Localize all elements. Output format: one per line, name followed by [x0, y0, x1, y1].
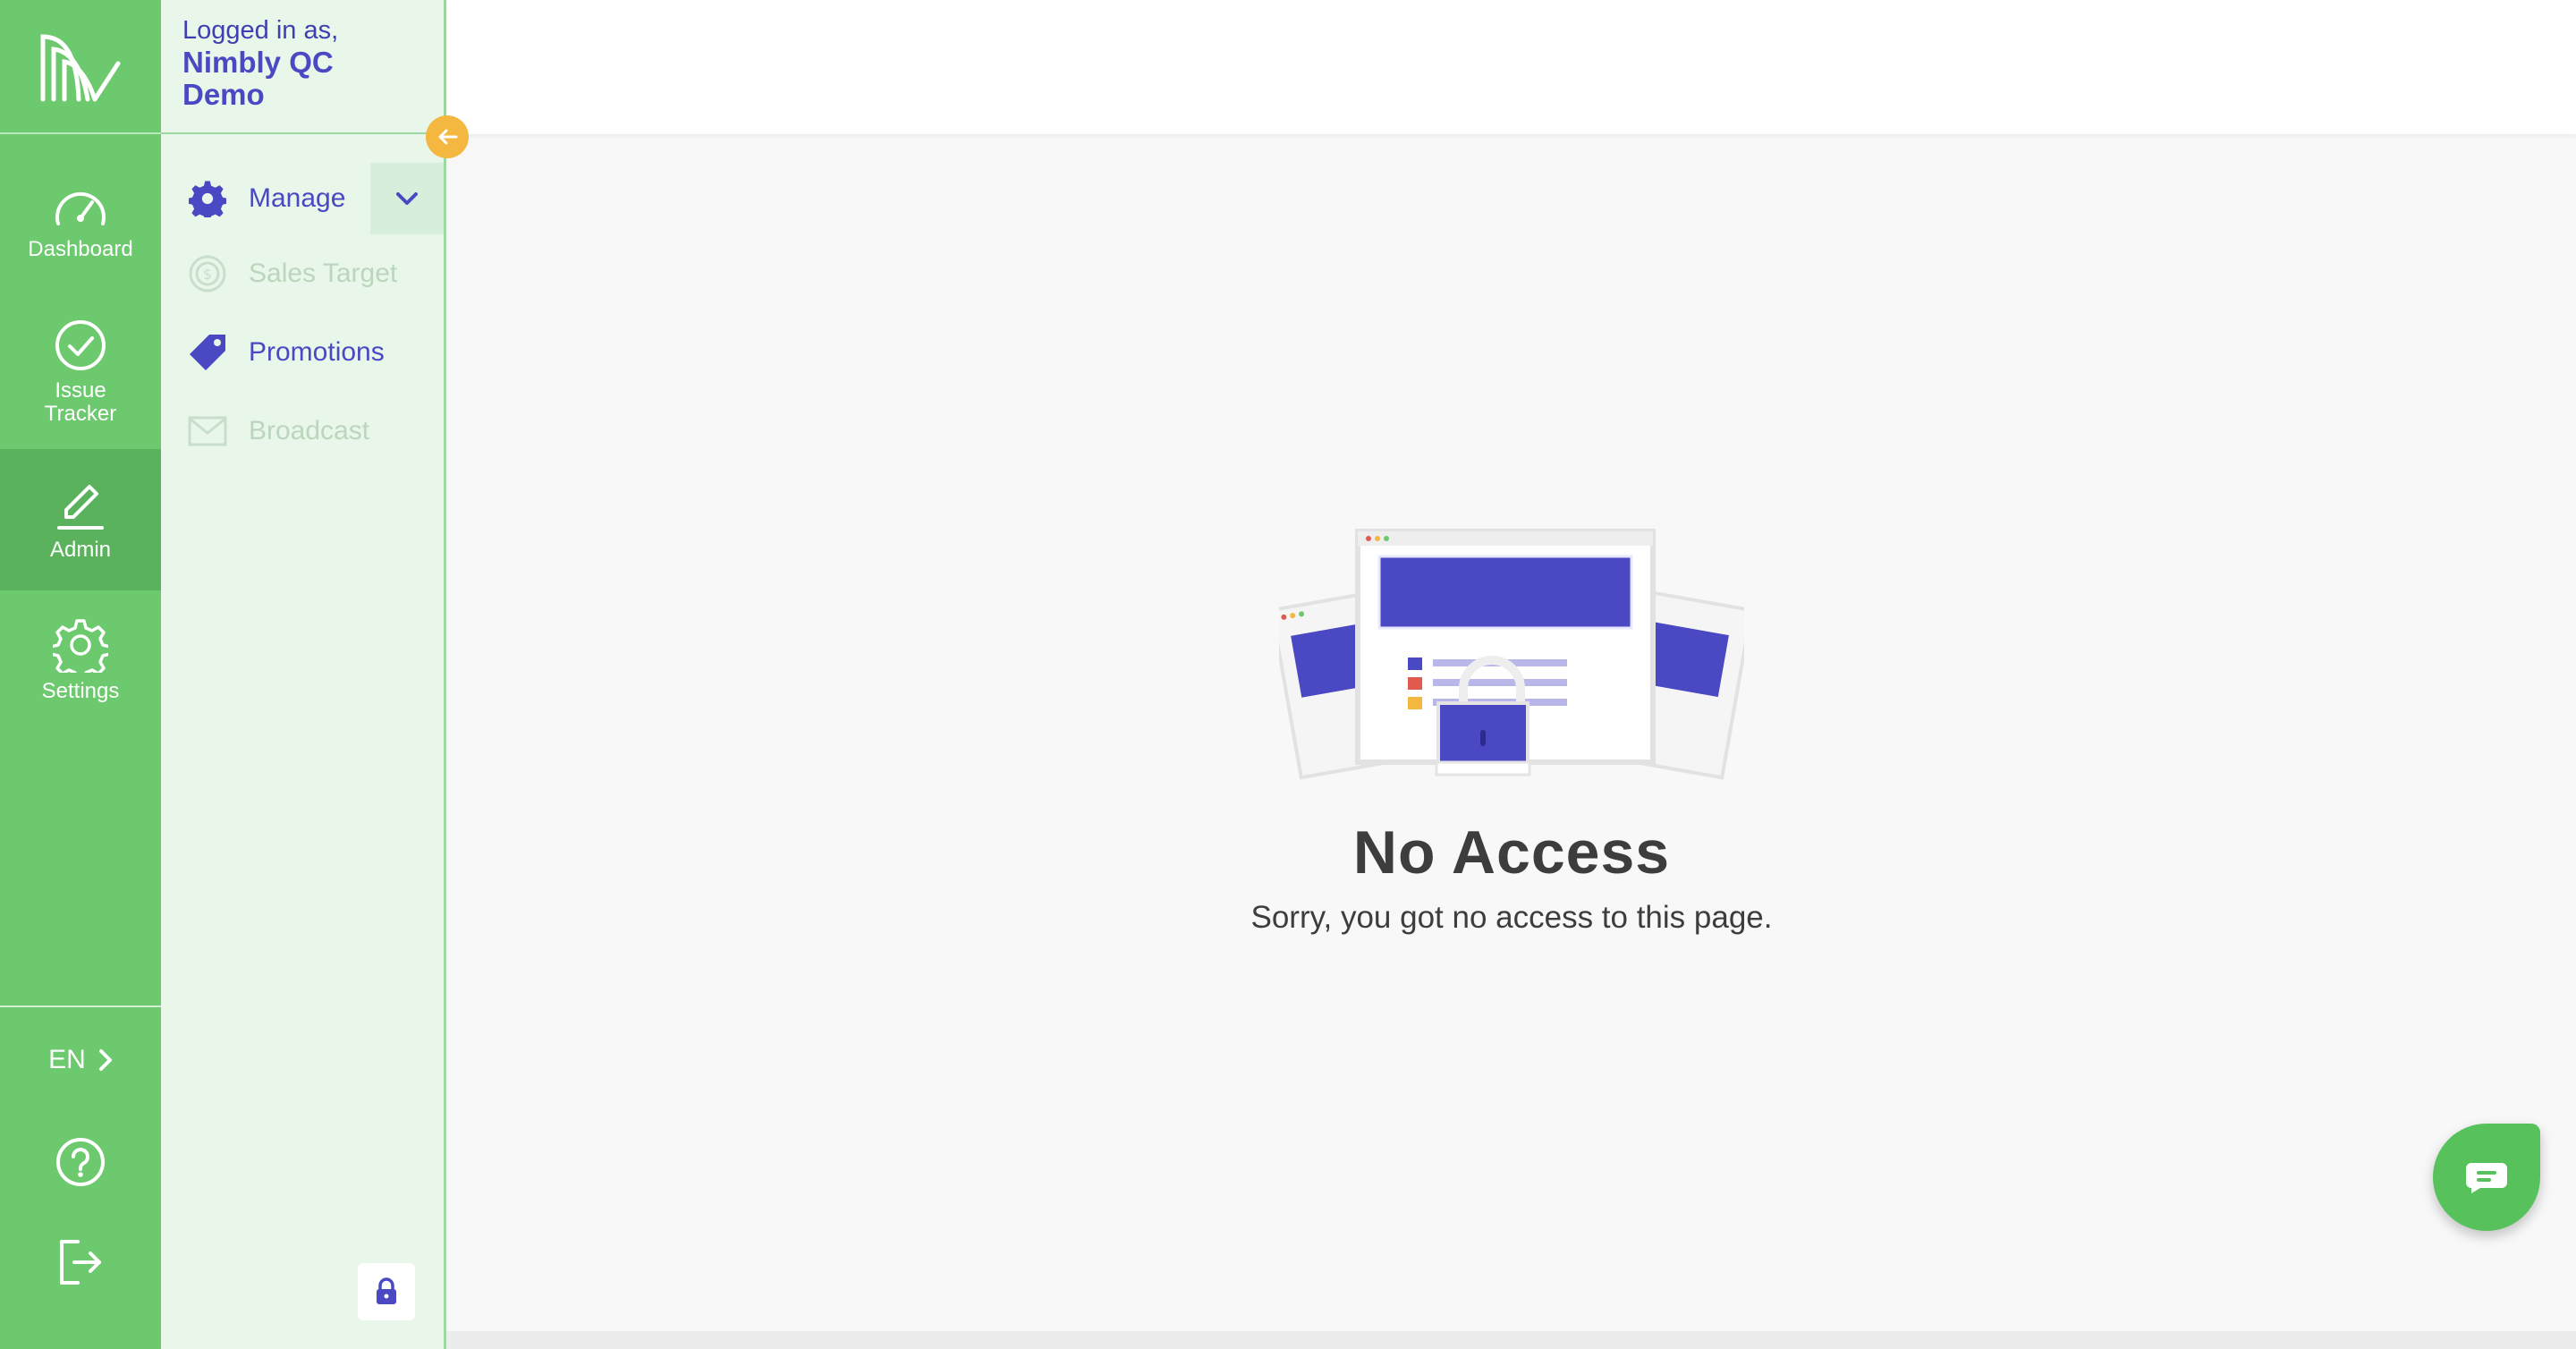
locked-page-illustration [1279, 529, 1744, 780]
language-label: EN [48, 1045, 86, 1074]
menu-item-broadcast[interactable]: Broadcast [161, 395, 444, 467]
arrow-left-icon [438, 129, 458, 145]
collapse-sidebar-button[interactable] [426, 115, 469, 158]
expand-manage-button[interactable] [370, 163, 444, 234]
rail-item-issue-tracker[interactable]: Issue Tracker [0, 318, 161, 435]
rail-label: Issue Tracker [44, 378, 117, 426]
logo[interactable] [0, 0, 161, 134]
help-icon [56, 1138, 105, 1186]
admin-submenu-panel: Logged in as, Nimbly QC Demo Manage $ Sa… [161, 0, 446, 1349]
top-bar [446, 0, 2576, 134]
bottom-bar [446, 1331, 2576, 1349]
rail-item-admin[interactable]: Admin [0, 449, 161, 590]
no-access-message: Sorry, you got no access to this page. [1250, 900, 1773, 935]
menu-label: Sales Target [249, 259, 398, 288]
logout-icon [60, 1240, 101, 1285]
user-info: Logged in as, Nimbly QC Demo [161, 0, 444, 134]
menu-item-promotions[interactable]: Promotions [161, 317, 444, 388]
rail-divider [0, 1005, 161, 1007]
chat-icon [2466, 1163, 2507, 1193]
rail-item-settings[interactable]: Settings [0, 617, 161, 716]
speedometer-icon [55, 191, 106, 225]
language-selector[interactable]: EN [0, 1038, 161, 1082]
menu-label: Broadcast [249, 416, 370, 445]
chevron-down-icon [396, 192, 418, 205]
lock-panel-button[interactable] [358, 1263, 415, 1320]
envelope-icon [186, 410, 229, 453]
tag-icon [186, 331, 229, 374]
no-access-title: No Access [1352, 819, 1671, 887]
help-button[interactable] [0, 1131, 161, 1193]
no-access-state: No Access Sorry, you got no access to th… [1163, 519, 1860, 936]
logged-in-label: Logged in as, [182, 16, 339, 45]
check-circle-icon [55, 320, 106, 370]
chat-button[interactable] [2433, 1124, 2540, 1231]
chevron-right-icon [98, 1049, 112, 1071]
logout-button[interactable] [0, 1231, 161, 1294]
svg-text:$: $ [203, 266, 212, 283]
user-name: Nimbly QC Demo [182, 46, 334, 111]
rail-label: Dashboard [28, 237, 133, 261]
rail-label: Admin [49, 538, 112, 562]
lock-icon [377, 1277, 396, 1304]
menu-label: Manage [249, 183, 346, 213]
nimbly-logo-icon [40, 34, 121, 102]
pencil-icon [57, 485, 104, 530]
dollar-target-icon: $ [186, 252, 229, 295]
gear-icon [53, 619, 108, 673]
menu-label: Promotions [249, 337, 385, 367]
left-rail: Dashboard Issue Tracker Admin Settings E… [0, 0, 161, 1349]
rail-label: Settings [41, 679, 120, 703]
gear-icon [186, 177, 229, 220]
rail-item-dashboard[interactable]: Dashboard [0, 186, 161, 284]
menu-item-sales-target[interactable]: $ Sales Target [161, 238, 444, 310]
menu-item-manage[interactable]: Manage [161, 163, 444, 234]
